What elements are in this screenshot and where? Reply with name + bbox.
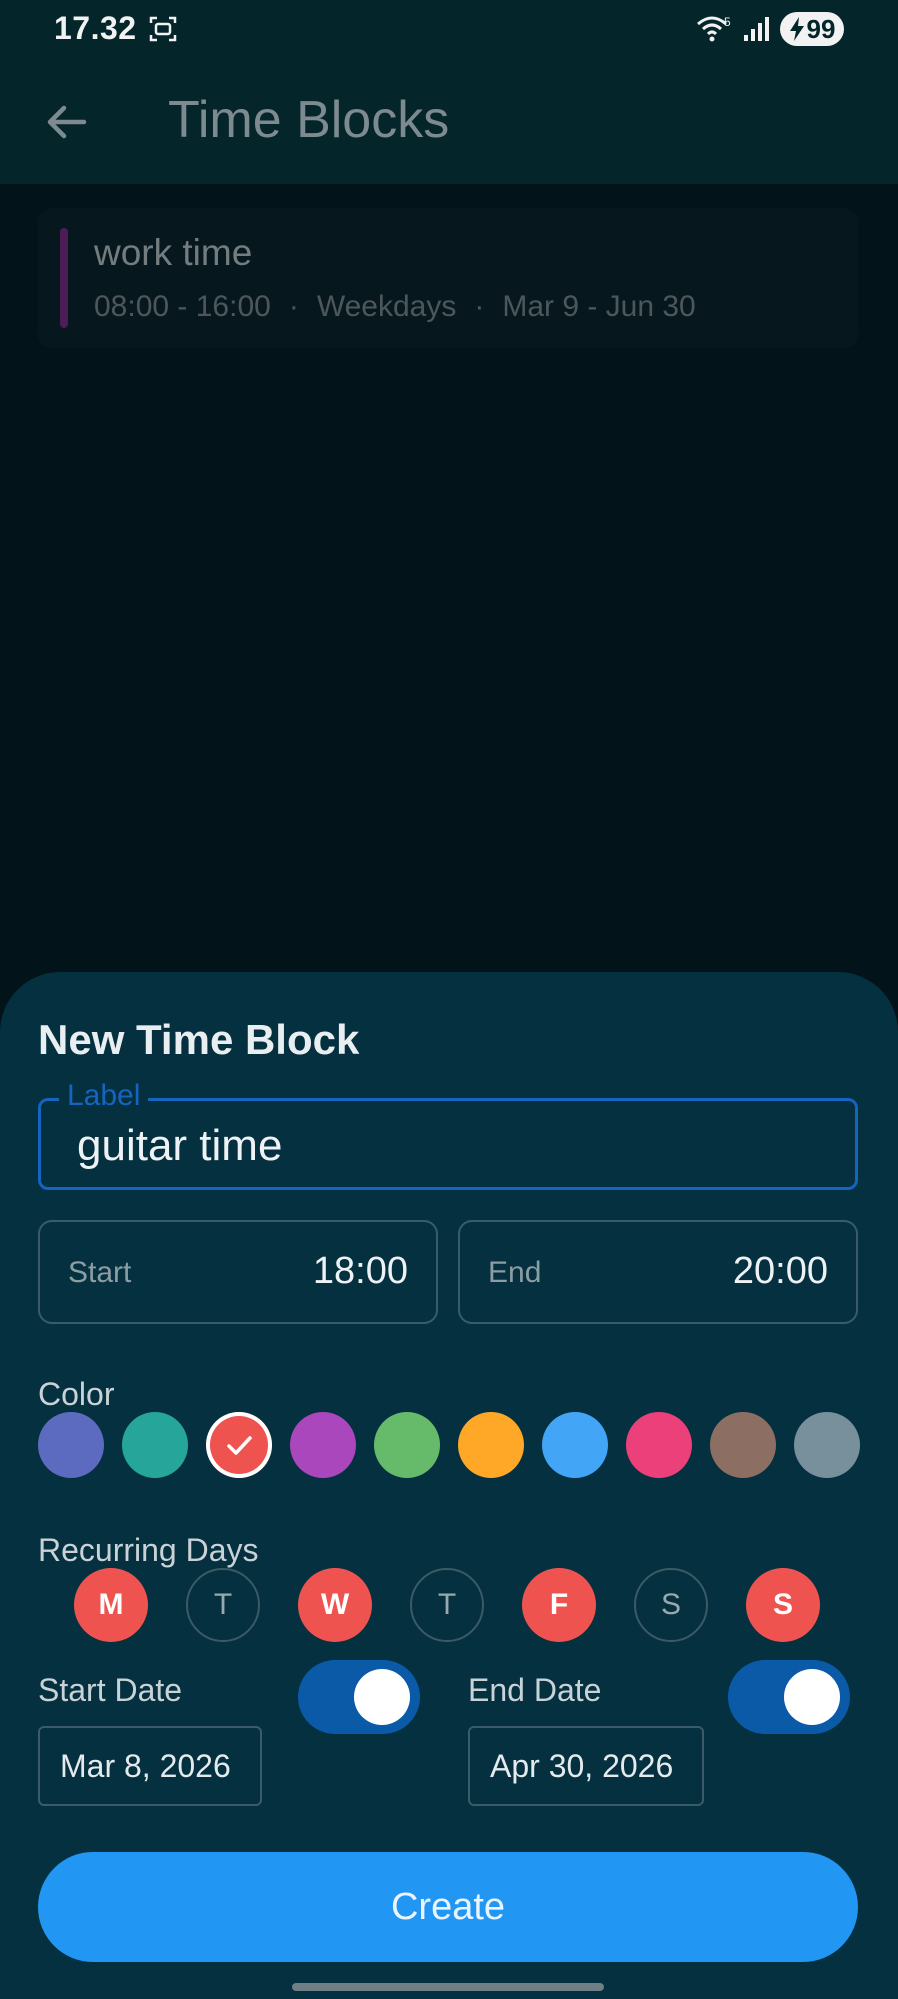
color-swatch[interactable] xyxy=(290,1412,356,1478)
wifi-badge: 5 xyxy=(724,15,731,29)
color-swatch[interactable] xyxy=(458,1412,524,1478)
end-date-toggle[interactable] xyxy=(728,1660,850,1734)
start-date-toggle[interactable] xyxy=(298,1660,420,1734)
day-chip[interactable]: M xyxy=(74,1568,148,1642)
day-chip[interactable]: F xyxy=(522,1568,596,1642)
status-time: 17.32 xyxy=(54,10,137,46)
back-arrow-icon[interactable] xyxy=(40,96,92,148)
start-date-field[interactable]: Mar 8, 2026 xyxy=(38,1726,262,1806)
start-time-field[interactable]: Start 18:00 xyxy=(38,1220,438,1324)
color-swatch[interactable] xyxy=(38,1412,104,1478)
day-chip[interactable]: S xyxy=(746,1568,820,1642)
time-block-date-range: Mar 9 - Jun 30 xyxy=(502,290,696,323)
recurring-days-selector: MTWTFSS xyxy=(38,1568,860,1644)
page-title: Time Blocks xyxy=(168,91,450,149)
start-time-label: Start xyxy=(68,1256,132,1289)
status-bar: 17.32 5 99 xyxy=(0,0,898,60)
battery-indicator: 99 xyxy=(780,12,844,46)
color-swatch[interactable] xyxy=(710,1412,776,1478)
toggle-knob xyxy=(354,1669,410,1725)
label-input-value: guitar time xyxy=(77,1121,283,1170)
end-date-field[interactable]: Apr 30, 2026 xyxy=(468,1726,704,1806)
time-block-name: work time xyxy=(94,232,253,273)
time-block-card[interactable]: work time 08:00 - 16:00 · Weekdays · Mar 9 -… xyxy=(38,208,858,348)
day-chip[interactable]: W xyxy=(298,1568,372,1642)
battery-level: 99 xyxy=(806,13,836,44)
day-chip[interactable]: T xyxy=(186,1568,260,1642)
label-input-legend: Label xyxy=(59,1079,149,1113)
app-bar: Time Blocks xyxy=(0,60,898,184)
end-date-label: End Date xyxy=(468,1672,602,1708)
color-swatch[interactable] xyxy=(206,1412,272,1478)
color-swatch[interactable] xyxy=(626,1412,692,1478)
day-chip[interactable]: T xyxy=(410,1568,484,1642)
sheet-title: New Time Block xyxy=(38,1016,360,1063)
color-section-label: Color xyxy=(38,1376,115,1412)
wifi-icon: 5 xyxy=(697,15,731,42)
day-chip[interactable]: S xyxy=(634,1568,708,1642)
time-block-color-bar xyxy=(60,228,68,328)
toggle-knob xyxy=(784,1669,840,1725)
new-time-block-sheet: New Time Block Label guitar time Start 1… xyxy=(0,972,898,1999)
charging-bolt-icon xyxy=(789,17,804,41)
start-time-value: 18:00 xyxy=(312,1250,408,1292)
end-time-label: End xyxy=(488,1256,542,1289)
signal-icon xyxy=(744,17,769,41)
color-swatch[interactable] xyxy=(122,1412,188,1478)
start-date-label: Start Date xyxy=(38,1672,183,1708)
label-input[interactable]: Label guitar time xyxy=(38,1079,858,1190)
time-block-details: 08:00 - 16:00 · Weekdays · Mar 9 - Jun 30 xyxy=(94,290,696,323)
screen-record-icon xyxy=(149,16,177,42)
color-swatch[interactable] xyxy=(542,1412,608,1478)
end-time-value: 20:00 xyxy=(732,1250,828,1292)
end-time-field[interactable]: End 20:00 xyxy=(458,1220,858,1324)
home-indicator[interactable] xyxy=(292,1983,604,1991)
recurring-days-label: Recurring Days xyxy=(38,1532,259,1568)
check-icon xyxy=(227,1436,252,1455)
time-block-time-range: 08:00 - 16:00 xyxy=(94,290,271,323)
color-picker xyxy=(38,1412,860,1478)
status-icons: 5 99 xyxy=(696,12,844,46)
color-swatch[interactable] xyxy=(794,1412,860,1478)
time-block-recurrence: Weekdays xyxy=(316,290,457,323)
color-swatch[interactable] xyxy=(374,1412,440,1478)
create-button[interactable]: Create xyxy=(38,1852,858,1962)
